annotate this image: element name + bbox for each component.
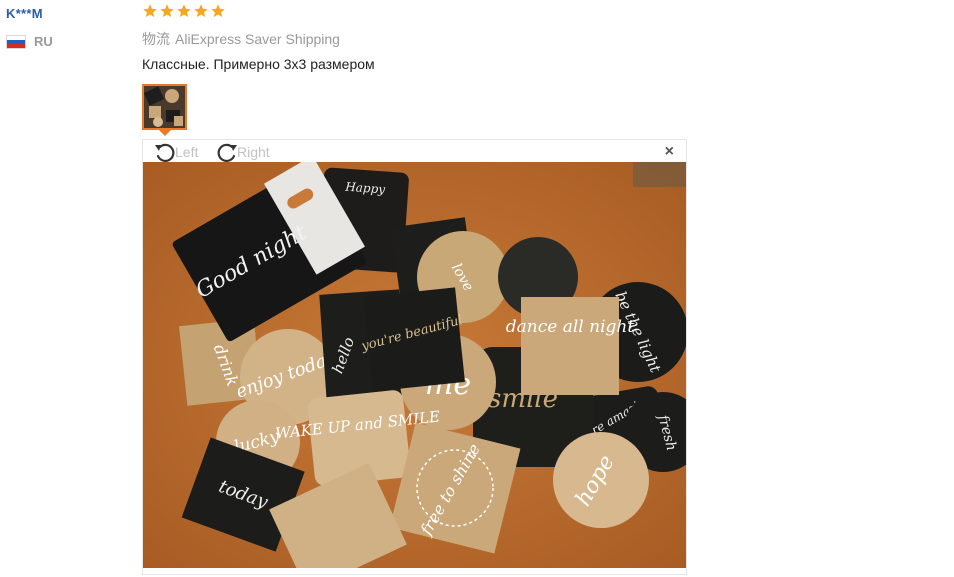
star-icon <box>177 4 191 17</box>
shipping-info: 物流 AliExpress Saver Shipping <box>142 29 340 49</box>
reviewer: K***M <box>6 5 43 23</box>
rotate-left-label: Left <box>175 144 199 160</box>
rotate-right-button[interactable]: Right <box>215 141 270 163</box>
photo-viewer: Left Right × Happy love be the light you… <box>142 139 687 575</box>
svg-text:dance all night: dance all night <box>506 317 635 337</box>
thumbnail-image <box>144 86 185 128</box>
sticker-dance: dance all night <box>506 297 635 395</box>
star-icon <box>160 4 174 17</box>
rotate-right-label: Right <box>237 144 270 160</box>
star-icon <box>211 4 225 17</box>
sticker-beautiful: you're beautiful <box>359 287 465 392</box>
review-photo: Happy love be the light you're amazing f… <box>143 162 686 568</box>
viewer-toolbar: Left Right × <box>143 140 686 163</box>
reviewer-name: K***M <box>6 6 43 21</box>
thumbnail-selected-caret <box>159 130 171 136</box>
russia-flag-icon <box>6 34 26 49</box>
svg-text:Happy: Happy <box>344 180 386 197</box>
country-code: RU <box>34 34 53 49</box>
shipping-label: 物流 <box>142 31 170 47</box>
review-comment: Классные. Примерно 3х3 размером <box>142 56 375 72</box>
reviewer-country: RU <box>6 34 53 49</box>
review-photo-thumbnail[interactable] <box>142 84 187 130</box>
shipping-method: AliExpress Saver Shipping <box>175 31 340 47</box>
star-icon <box>143 4 157 17</box>
star-icon <box>194 4 208 17</box>
close-icon[interactable]: × <box>665 144 674 160</box>
sticker-hope: hope <box>553 432 649 528</box>
rotate-right-icon <box>217 143 237 163</box>
rotate-left-icon <box>155 143 175 163</box>
star-rating <box>142 3 226 19</box>
rotate-left-button[interactable]: Left <box>153 141 198 163</box>
